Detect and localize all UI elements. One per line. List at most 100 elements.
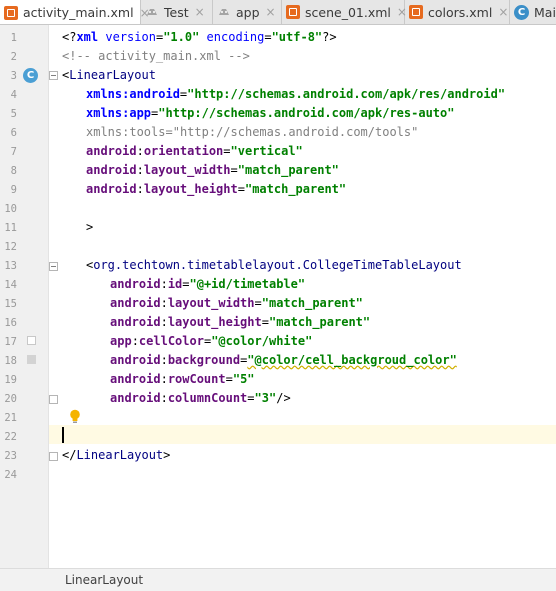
tab-app[interactable]: app ×	[213, 0, 282, 24]
code-token: rowCount	[167, 372, 226, 386]
code-token: "http://schemas.android.com/apk/res/andr…	[187, 87, 506, 101]
tab-activity-main-xml[interactable]: activity_main.xml ×	[0, 0, 150, 24]
code-token: =	[223, 144, 231, 158]
code-token: :	[160, 315, 168, 329]
line-number[interactable]: 3	[0, 70, 17, 82]
line-number[interactable]: 7	[0, 146, 17, 158]
android-module-icon	[217, 5, 231, 19]
line-number[interactable]: 13	[0, 260, 17, 272]
tag-name: LinearLayout	[76, 448, 164, 462]
code-token: android	[110, 277, 161, 291]
code-line[interactable]: <?xml version="1.0" encoding="utf-8"?>	[62, 30, 337, 44]
code-token: encoding	[206, 30, 265, 44]
line-number[interactable]: 1	[0, 32, 17, 44]
android-module-icon	[145, 5, 159, 19]
line-number[interactable]: 15	[0, 298, 17, 310]
fold-collapse-icon[interactable]	[49, 262, 58, 271]
code-line[interactable]: xmlns:tools="http://schemas.android.com/…	[86, 125, 418, 139]
line-number[interactable]: 9	[0, 184, 17, 196]
tab-label: Test	[164, 4, 189, 20]
code-line[interactable]: android:layout_width="match_parent"	[110, 296, 363, 310]
line-number[interactable]: 17	[0, 336, 17, 348]
tab-main[interactable]: C Mai	[510, 0, 556, 24]
close-icon[interactable]: ×	[266, 5, 276, 19]
code-comment[interactable]: <!-- activity_main.xml -->	[62, 49, 250, 63]
code-token: =	[165, 125, 173, 139]
white-color-swatch[interactable]	[27, 336, 36, 345]
line-number[interactable]: 16	[0, 317, 17, 329]
line-number[interactable]: 8	[0, 165, 17, 177]
code-token: "match_parent"	[268, 315, 371, 329]
code-line[interactable]: <LinearLayout	[62, 68, 156, 82]
code-token: =	[225, 372, 233, 386]
line-number[interactable]: 6	[0, 127, 17, 139]
xml-file-icon	[4, 5, 18, 20]
code-token: =	[247, 391, 255, 405]
xml-file-icon	[409, 5, 423, 19]
line-number[interactable]: 24	[0, 469, 17, 481]
tab-test[interactable]: Test ×	[141, 0, 213, 24]
breadcrumb-item[interactable]: LinearLayout	[65, 573, 143, 587]
class-icon: C	[514, 4, 529, 20]
fold-collapse-icon[interactable]	[49, 71, 58, 80]
code-token: layout_width	[143, 163, 231, 177]
code-token: />	[276, 391, 291, 405]
close-icon[interactable]: ×	[195, 5, 205, 19]
line-number[interactable]: 18	[0, 355, 17, 367]
line-number[interactable]: 11	[0, 222, 17, 234]
code-token: =	[230, 163, 238, 177]
code-token: android	[110, 296, 161, 310]
code-token: >	[163, 448, 171, 462]
editor-tab-bar: activity_main.xml × Test × app × scene_0…	[0, 0, 556, 25]
code-line[interactable]: android:id="@+id/timetable"	[110, 277, 305, 291]
text-caret	[62, 427, 64, 443]
code-token: xmlns:app	[86, 106, 152, 120]
line-number[interactable]: 21	[0, 412, 17, 424]
code-token: android	[110, 391, 161, 405]
tag-name: org.techtown.timetablelayout.CollegeTime…	[93, 258, 462, 272]
code-line[interactable]: xmlns:android="http://schemas.android.co…	[86, 87, 505, 101]
editor-gutter[interactable]	[0, 25, 49, 568]
code-line[interactable]: >	[86, 220, 93, 234]
class-marker-icon[interactable]: C	[23, 68, 38, 83]
line-number[interactable]: 23	[0, 450, 17, 462]
code-line[interactable]: xmlns:app="http://schemas.android.com/ap…	[86, 106, 454, 120]
cell-background-color-swatch[interactable]	[27, 355, 36, 364]
code-token: android	[110, 353, 161, 367]
code-line[interactable]: android:layout_height="match_parent"	[110, 315, 370, 329]
code-line[interactable]: android:layout_height="match_parent"	[86, 182, 346, 196]
code-token: "http://schemas.android.com/tools"	[172, 125, 419, 139]
code-token: :	[160, 296, 168, 310]
line-number[interactable]: 22	[0, 431, 17, 443]
code-line[interactable]: android:background="@color/cell_backgrou…	[110, 353, 457, 367]
tab-scene-01-xml[interactable]: scene_01.xml ×	[282, 0, 407, 24]
code-line[interactable]: android:layout_width="match_parent"	[86, 163, 339, 177]
line-number[interactable]: 14	[0, 279, 17, 291]
code-line[interactable]: <org.techtown.timetablelayout.CollegeTim…	[86, 258, 462, 272]
code-token: :	[160, 372, 168, 386]
line-number[interactable]: 20	[0, 393, 17, 405]
code-line[interactable]: android:columnCount="3"/>	[110, 391, 291, 405]
tab-label: Mai	[534, 4, 556, 20]
lightbulb-icon[interactable]	[69, 409, 81, 428]
code-token: =	[237, 182, 245, 196]
close-icon[interactable]: ×	[498, 5, 508, 19]
line-number[interactable]: 5	[0, 108, 17, 120]
code-token: background	[167, 353, 241, 367]
code-line[interactable]: android:rowCount="5"	[110, 372, 255, 386]
code-token: "1.0"	[163, 30, 200, 44]
line-number[interactable]: 12	[0, 241, 17, 253]
line-number[interactable]: 19	[0, 374, 17, 386]
code-line[interactable]: app:cellColor="@color/white"	[110, 334, 312, 348]
line-number[interactable]: 2	[0, 51, 17, 63]
fold-end-icon[interactable]	[49, 395, 58, 404]
line-number[interactable]: 10	[0, 203, 17, 215]
tab-label: activity_main.xml	[23, 5, 134, 20]
line-number[interactable]: 4	[0, 89, 17, 101]
code-line[interactable]: </LinearLayout>	[62, 448, 170, 462]
code-line[interactable]: android:orientation="vertical"	[86, 144, 303, 158]
code-token: =	[254, 296, 262, 310]
tab-colors-xml[interactable]: colors.xml ×	[405, 0, 510, 24]
fold-end-icon[interactable]	[49, 452, 58, 461]
